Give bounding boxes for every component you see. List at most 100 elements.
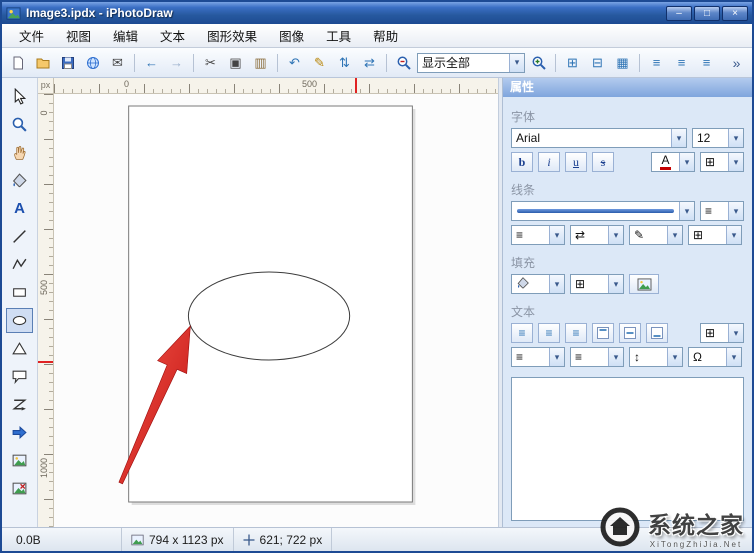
triangle-tool[interactable] xyxy=(6,336,33,361)
close-button[interactable]: × xyxy=(722,6,748,21)
arrow-ends-dropdown[interactable]: ⇄ xyxy=(570,225,624,245)
cut-button[interactable]: ✂ xyxy=(199,51,222,74)
font-color-dropdown[interactable]: A xyxy=(651,152,695,172)
menu-graphic-effects[interactable]: 图形效果 xyxy=(196,24,268,47)
snap-toggle-button[interactable]: ⊟ xyxy=(586,51,609,74)
fill-color-dropdown[interactable] xyxy=(511,274,565,294)
menu-view[interactable]: 视图 xyxy=(55,24,102,47)
image-tool[interactable] xyxy=(6,448,33,473)
grid-toggle-button[interactable]: ⊞ xyxy=(561,51,584,74)
line-tool[interactable] xyxy=(6,224,33,249)
ellipse-shape[interactable] xyxy=(188,272,349,360)
bold-button[interactable]: b xyxy=(511,152,533,172)
align-center-objects-button[interactable]: ≡ xyxy=(670,51,693,74)
toolbar-overflow-button[interactable]: » xyxy=(725,51,748,74)
flip-vertical-button[interactable]: ⇅ xyxy=(333,51,356,74)
text-grid-dropdown[interactable]: ⊞ xyxy=(700,323,744,343)
menu-help[interactable]: 帮助 xyxy=(362,24,409,47)
text-valign-top-button[interactable] xyxy=(592,323,614,343)
chevron-down-icon[interactable] xyxy=(671,129,686,147)
rectangle-tool[interactable] xyxy=(6,280,33,305)
chevron-down-icon[interactable] xyxy=(728,202,743,220)
menu-text[interactable]: 文本 xyxy=(149,24,196,47)
menu-image[interactable]: 图像 xyxy=(268,24,315,47)
chevron-down-icon[interactable] xyxy=(679,202,694,220)
line-spacing-dropdown[interactable]: ↕ xyxy=(629,347,683,367)
open-button[interactable] xyxy=(31,51,54,74)
flip-horizontal-button[interactable]: ⇄ xyxy=(358,51,381,74)
new-document-button[interactable] xyxy=(6,51,29,74)
text-align-left-button[interactable]: ≡ xyxy=(511,323,533,343)
zoom-fit-button[interactable] xyxy=(392,51,415,74)
chevron-down-icon[interactable] xyxy=(726,226,741,244)
strikethrough-button[interactable]: s xyxy=(592,152,614,172)
chevron-down-icon[interactable] xyxy=(608,275,623,293)
chevron-down-icon[interactable] xyxy=(728,153,743,171)
save-button[interactable] xyxy=(56,51,79,74)
menu-tools[interactable]: 工具 xyxy=(315,24,362,47)
paste-button[interactable]: ▥ xyxy=(249,51,272,74)
chevron-down-icon[interactable] xyxy=(667,226,682,244)
chevron-down-icon[interactable] xyxy=(667,348,682,366)
forward-button[interactable]: → xyxy=(165,51,188,74)
text-valign-middle-button[interactable] xyxy=(619,323,641,343)
underline-button[interactable]: u xyxy=(565,152,587,172)
line-width-dropdown[interactable]: ≡ xyxy=(511,225,565,245)
zoom-tool[interactable] xyxy=(6,112,33,137)
line-pattern-dropdown[interactable]: ⊞ xyxy=(688,225,742,245)
polyline-tool[interactable] xyxy=(6,252,33,277)
table-button[interactable]: ▦ xyxy=(611,51,634,74)
undo-button[interactable]: ↶ xyxy=(283,51,306,74)
chevron-down-icon[interactable] xyxy=(608,348,623,366)
zoom-in-button[interactable] xyxy=(527,51,550,74)
chevron-down-icon[interactable] xyxy=(549,348,564,366)
chevron-down-icon[interactable] xyxy=(679,153,694,171)
ellipse-tool[interactable] xyxy=(6,308,33,333)
italic-button[interactable]: i xyxy=(538,152,560,172)
fill-image-button[interactable] xyxy=(629,274,659,294)
line-cap-dropdown[interactable]: ≡ xyxy=(700,201,744,221)
font-size-combobox[interactable]: 12 xyxy=(692,128,744,148)
fill-pattern-dropdown[interactable]: ⊞ xyxy=(570,274,624,294)
zoom-combobox[interactable]: 显示全部 xyxy=(417,53,525,73)
copy-button[interactable]: ▣ xyxy=(224,51,247,74)
chevron-down-icon[interactable] xyxy=(549,275,564,293)
pan-tool[interactable] xyxy=(6,140,33,165)
font-effects-dropdown[interactable]: ⊞ xyxy=(700,152,744,172)
callout-tool[interactable] xyxy=(6,364,33,389)
text-tool[interactable]: A xyxy=(6,196,33,221)
chevron-down-icon[interactable] xyxy=(509,54,524,72)
minimize-button[interactable]: – xyxy=(666,6,692,21)
chevron-down-icon[interactable] xyxy=(728,324,743,342)
text-content-area[interactable] xyxy=(511,377,744,521)
align-right-objects-button[interactable]: ≡ xyxy=(695,51,718,74)
back-button[interactable]: ← xyxy=(140,51,163,74)
line-color-dropdown[interactable]: ✎ xyxy=(629,225,683,245)
align-left-objects-button[interactable]: ≡ xyxy=(645,51,668,74)
email-button[interactable]: ✉ xyxy=(106,51,129,74)
draw-button[interactable]: ✎ xyxy=(308,51,331,74)
select-tool[interactable] xyxy=(6,84,33,109)
chevron-down-icon[interactable] xyxy=(726,348,741,366)
freeform-tool[interactable] xyxy=(6,392,33,417)
arrow-shape-tool[interactable] xyxy=(6,420,33,445)
titlebar[interactable]: Image3.ipdx - iPhotoDraw – □ × xyxy=(2,2,752,24)
publish-web-button[interactable] xyxy=(81,51,104,74)
fill-tool[interactable] xyxy=(6,168,33,193)
numbered-list-dropdown[interactable]: ≡ xyxy=(570,347,624,367)
text-valign-bottom-button[interactable] xyxy=(646,323,668,343)
font-family-combobox[interactable]: Arial xyxy=(511,128,687,148)
text-align-right-button[interactable]: ≡ xyxy=(565,323,587,343)
crop-tool[interactable] xyxy=(6,476,33,501)
drawing-canvas[interactable] xyxy=(54,94,498,527)
special-character-dropdown[interactable]: Ω xyxy=(688,347,742,367)
maximize-button[interactable]: □ xyxy=(694,6,720,21)
menu-edit[interactable]: 编辑 xyxy=(102,24,149,47)
bullet-list-dropdown[interactable]: ≡ xyxy=(511,347,565,367)
chevron-down-icon[interactable] xyxy=(549,226,564,244)
chevron-down-icon[interactable] xyxy=(608,226,623,244)
line-style-combobox[interactable] xyxy=(511,201,695,221)
menu-file[interactable]: 文件 xyxy=(8,24,55,47)
chevron-down-icon[interactable] xyxy=(728,129,743,147)
text-align-center-button[interactable]: ≡ xyxy=(538,323,560,343)
